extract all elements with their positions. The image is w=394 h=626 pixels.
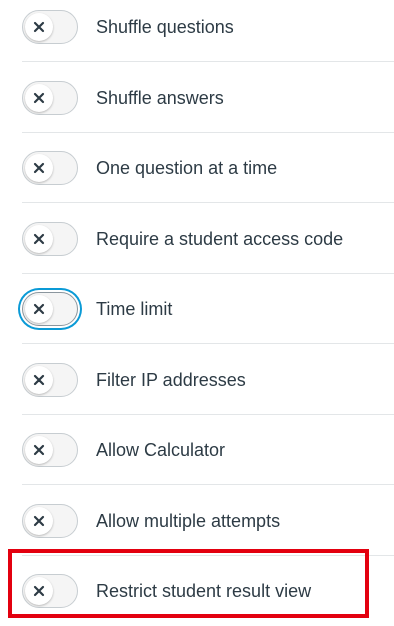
setting-allow-multiple-attempts: Allow multiple attempts: [22, 486, 394, 556]
divider: [22, 343, 394, 344]
time-limit-toggle[interactable]: [22, 292, 78, 326]
x-icon: [33, 233, 45, 245]
allow-calculator-toggle[interactable]: [22, 433, 78, 467]
x-icon: [33, 303, 45, 315]
x-icon: [33, 374, 45, 386]
toggle-knob: [25, 295, 53, 323]
toggle-knob: [25, 84, 53, 112]
setting-restrict-result-view: Restrict student result view: [22, 556, 394, 626]
setting-filter-ip-addresses: Filter IP addresses: [22, 345, 394, 415]
toggle-knob: [25, 366, 53, 394]
x-icon: [33, 585, 45, 597]
shuffle-answers-label: Shuffle answers: [96, 87, 224, 108]
allow-calculator-label: Allow Calculator: [96, 439, 226, 460]
shuffle-questions-label: Shuffle questions: [96, 16, 234, 37]
setting-shuffle-answers: Shuffle answers: [22, 63, 394, 133]
divider: [22, 202, 394, 203]
shuffle-answers-toggle[interactable]: [22, 81, 78, 115]
setting-allow-calculator: Allow Calculator: [22, 415, 394, 485]
filter-ip-addresses-toggle[interactable]: [22, 363, 78, 397]
x-icon: [33, 162, 45, 174]
setting-time-limit: Time limit: [22, 274, 394, 344]
toggle-knob: [25, 154, 53, 182]
one-question-at-a-time-label: One question at a time: [96, 157, 278, 178]
toggle-knob: [25, 13, 53, 41]
filter-ip-addresses-label: Filter IP addresses: [96, 369, 246, 390]
divider: [22, 61, 394, 62]
time-limit-label: Time limit: [96, 298, 173, 319]
toggle-knob: [25, 436, 53, 464]
require-access-code-label: Require a student access code: [96, 228, 344, 249]
divider: [22, 484, 394, 485]
require-access-code-toggle[interactable]: [22, 222, 78, 256]
allow-multiple-attempts-label: Allow multiple attempts: [96, 510, 281, 531]
x-icon: [33, 21, 45, 33]
setting-shuffle-questions: Shuffle questions: [22, 0, 394, 62]
x-icon: [33, 444, 45, 456]
toggle-knob: [25, 577, 53, 605]
allow-multiple-attempts-toggle[interactable]: [22, 504, 78, 538]
restrict-result-view-toggle[interactable]: [22, 574, 78, 608]
toggle-knob: [25, 225, 53, 253]
toggle-knob: [25, 507, 53, 535]
restrict-result-view-label: Restrict student result view: [96, 580, 312, 601]
x-icon: [33, 515, 45, 527]
setting-one-question-at-a-time: One question at a time: [22, 133, 394, 203]
one-question-at-a-time-toggle[interactable]: [22, 151, 78, 185]
x-icon: [33, 92, 45, 104]
setting-require-access-code: Require a student access code: [22, 204, 394, 274]
shuffle-questions-toggle[interactable]: [22, 10, 78, 44]
